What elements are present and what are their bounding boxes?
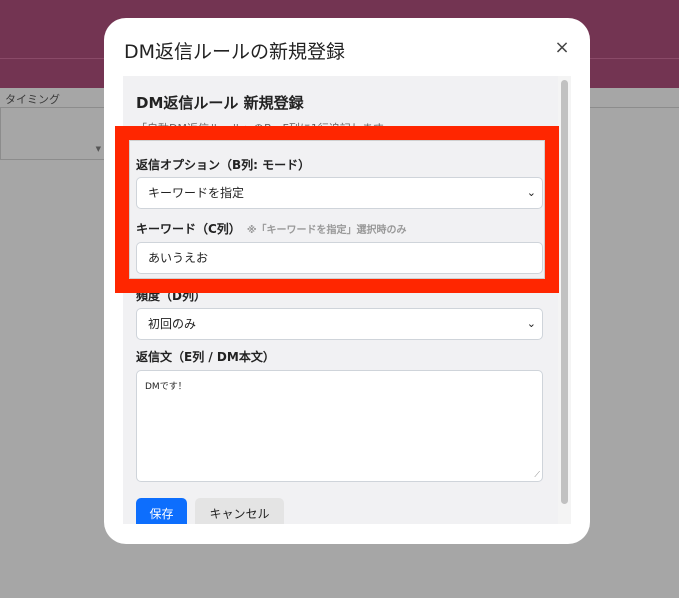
save-button[interactable]: 保存	[136, 498, 187, 524]
close-icon[interactable]: ×	[552, 38, 572, 58]
frequency-value: 初回のみ	[148, 317, 197, 331]
scrollbar-thumb[interactable]	[561, 80, 568, 504]
form-title: DM返信ルール 新規登録	[136, 94, 304, 112]
reply-text-value: DMです！	[145, 382, 187, 392]
cancel-button[interactable]: キャンセル	[195, 498, 284, 524]
panel-scrollbar[interactable]	[558, 76, 571, 524]
reply-text-textarea[interactable]: DMです！ ⟋	[136, 370, 543, 482]
highlight-inner-border	[129, 140, 545, 279]
modal-title: DM返信ルールの新規登録	[124, 41, 346, 63]
timing-select-cell[interactable]: ▼	[0, 108, 108, 160]
reply-text-label: 返信文（E列 / DM本文）	[136, 350, 275, 364]
resize-grip-icon[interactable]: ⟋	[534, 470, 540, 480]
column-header-timing: タイミング	[5, 93, 60, 106]
caret-down-icon: ▼	[95, 145, 101, 153]
frequency-select[interactable]: 初回のみ ⌄	[136, 308, 543, 340]
chevron-down-icon: ⌄	[526, 317, 536, 330]
